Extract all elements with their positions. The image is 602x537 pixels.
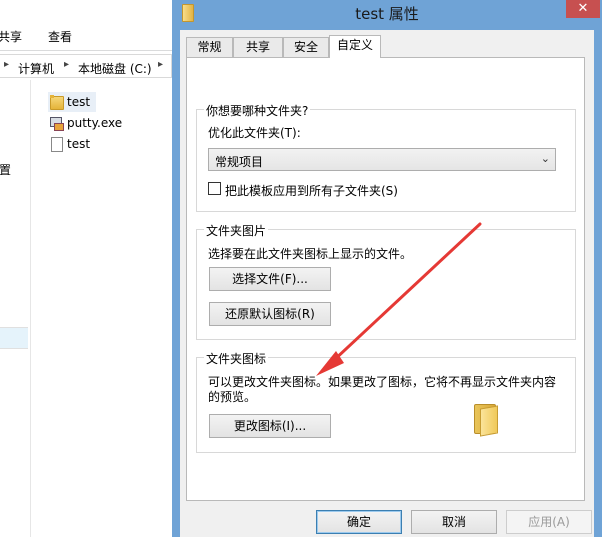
ribbon-tab-share[interactable]: 共享 xyxy=(0,28,22,45)
file-item-putty[interactable]: putty.exe xyxy=(48,113,122,133)
folder-pictures-description: 选择要在此文件夹图标上显示的文件。 xyxy=(208,247,413,261)
folder-icon xyxy=(48,94,64,110)
optimize-select[interactable]: 常规项目 ⌄ xyxy=(208,148,556,171)
apply-button[interactable]: 应用(A) xyxy=(506,510,592,534)
breadcrumb-chevron-icon[interactable]: ▸ xyxy=(158,59,163,70)
group-title: 你想要哪种文件夹? xyxy=(204,102,311,119)
tab-sharing[interactable]: 共享 xyxy=(233,37,283,57)
explorer-window: 共享 查看 ▸ 计算机 ▸ 本地磁盘 (C:) ▸ 置 test putty.e… xyxy=(0,0,172,537)
group-title: 文件夹图片 xyxy=(204,222,269,239)
tab-general[interactable]: 常规 xyxy=(186,37,233,57)
choose-file-button[interactable]: 选择文件(F)... xyxy=(209,267,331,291)
cancel-button[interactable]: 取消 xyxy=(411,510,497,534)
nav-item-label[interactable]: 置 xyxy=(0,161,11,178)
breadcrumb-computer[interactable]: 计算机 xyxy=(18,60,54,77)
file-icon xyxy=(48,136,64,152)
restore-default-button[interactable]: 还原默认图标(R) xyxy=(209,302,331,326)
ok-button[interactable]: 确定 xyxy=(316,510,402,534)
file-name: test xyxy=(67,137,91,151)
file-item-test-folder[interactable]: test xyxy=(48,92,97,112)
apply-subfolders-checkbox[interactable] xyxy=(208,182,221,195)
folder-preview-icon xyxy=(474,404,498,437)
ribbon: 共享 查看 xyxy=(0,0,172,51)
close-icon: ✕ xyxy=(577,1,589,16)
folder-icons-description-line2: 的预览。 xyxy=(208,390,257,404)
optimize-selected-value: 常规项目 xyxy=(215,155,264,169)
close-button[interactable]: ✕ xyxy=(566,0,600,18)
title-bar[interactable]: test 属性 ✕ xyxy=(172,0,602,26)
ribbon-tab-view[interactable]: 查看 xyxy=(48,28,72,45)
tab-security[interactable]: 安全 xyxy=(283,37,329,57)
file-item-test-file[interactable]: test xyxy=(48,134,90,154)
dialog-title: test 属性 xyxy=(355,5,419,23)
breadcrumb-chevron-icon[interactable]: ▸ xyxy=(4,59,9,70)
tab-customize[interactable]: 自定义 xyxy=(329,35,381,58)
change-icon-button[interactable]: 更改图标(I)... xyxy=(209,414,331,438)
putty-icon xyxy=(48,115,64,131)
address-bar[interactable]: ▸ 计算机 ▸ 本地磁盘 (C:) ▸ xyxy=(0,54,172,78)
apply-subfolders-label[interactable]: 把此模板应用到所有子文件夹(S) xyxy=(225,182,398,199)
file-name: test xyxy=(67,95,91,109)
group-folder-icons: 文件夹图标 xyxy=(196,350,576,453)
dialog-client: 常规 共享 安全 自定义 你想要哪种文件夹? 优化此文件夹(T): 常规项目 ⌄… xyxy=(180,30,594,537)
group-title: 文件夹图标 xyxy=(204,350,269,367)
folder-icons-description-line1: 可以更改文件夹图标。如果更改了图标，它将不再显示文件夹内容 xyxy=(208,375,557,389)
nav-item-selected[interactable] xyxy=(0,327,28,349)
properties-dialog: test 属性 ✕ 常规 共享 安全 自定义 你想要哪种文件夹? 优化此文件夹(… xyxy=(172,0,602,537)
file-name: putty.exe xyxy=(67,116,123,130)
tab-panel-customize: 你想要哪种文件夹? 优化此文件夹(T): 常规项目 ⌄ 把此模板应用到所有子文件… xyxy=(186,57,585,501)
navigation-pane: 置 xyxy=(0,80,31,537)
chevron-down-icon: ⌄ xyxy=(540,152,550,165)
breadcrumb-local-disk[interactable]: 本地磁盘 (C:) xyxy=(78,60,152,77)
breadcrumb-chevron-icon[interactable]: ▸ xyxy=(64,59,69,70)
optimize-label: 优化此文件夹(T): xyxy=(208,126,301,140)
